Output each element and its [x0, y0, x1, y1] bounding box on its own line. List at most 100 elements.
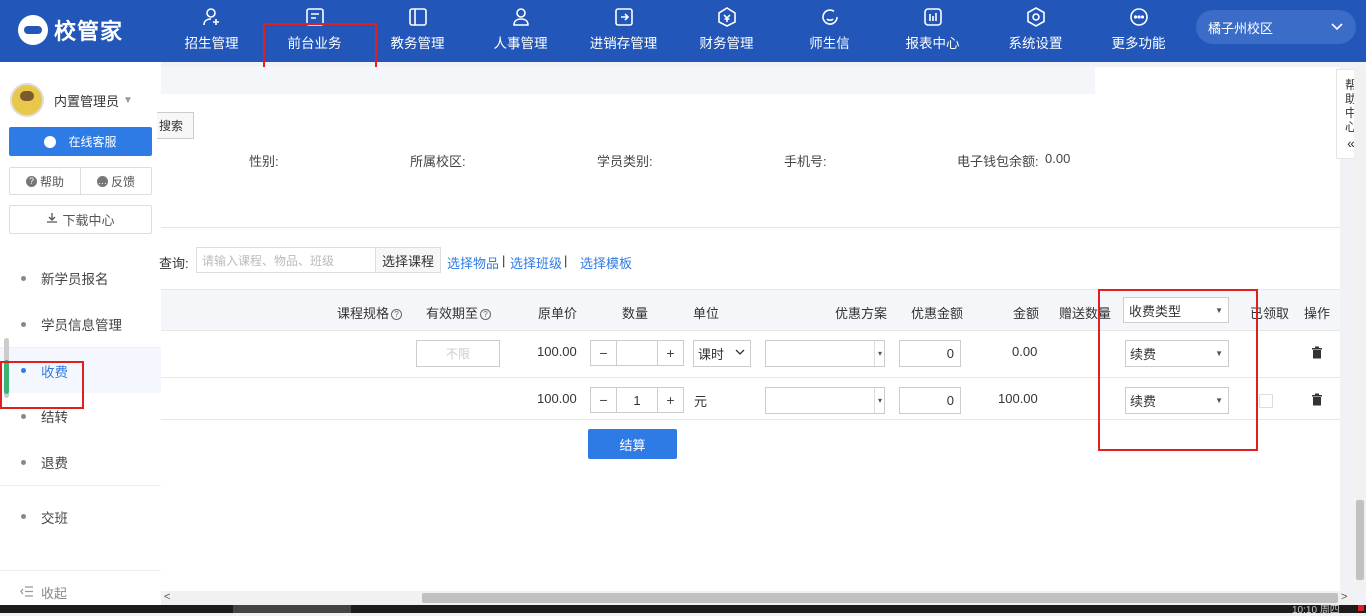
nav-academic[interactable]: 教务管理 — [366, 0, 469, 62]
separator: | — [564, 253, 568, 268]
nav-label: 进销存管理 — [589, 36, 658, 51]
user-name: 内置管理员 — [54, 93, 120, 109]
select-class-link[interactable]: 选择班级 — [510, 253, 562, 272]
col-discount-amount: 优惠金额 — [911, 306, 964, 321]
nav-settings[interactable]: 系统设置 — [984, 0, 1087, 62]
avatar — [10, 83, 44, 117]
charge-type-select[interactable]: 续费 ▼ — [1125, 387, 1229, 414]
campus-selector[interactable]: 橘子州校区 — [1196, 10, 1356, 44]
discount-amount-input[interactable]: 0 — [899, 340, 961, 367]
wallet-value: 0.00 — [1045, 151, 1071, 166]
discount-plan-select[interactable]: ▾ — [765, 340, 885, 367]
valid-until-input[interactable]: 不限 — [416, 340, 500, 367]
nav-finance[interactable]: 财务管理 — [675, 0, 778, 62]
help-circle-icon[interactable]: ? — [391, 309, 403, 320]
scroll-left-arrow-icon[interactable]: < — [164, 591, 170, 603]
query-placeholder: 请输入课程、物品、班级 — [202, 253, 335, 268]
user-menu[interactable]: 内置管理员 ▼ — [10, 82, 133, 118]
help-button[interactable]: ? 帮助 — [10, 168, 80, 194]
inventory-icon — [613, 6, 635, 28]
scroll-right-arrow-icon[interactable]: > — [1341, 591, 1347, 603]
minus-button[interactable]: − — [591, 341, 616, 365]
caret-down-icon: ▼ — [1215, 305, 1223, 315]
sidebar-item-refund[interactable]: 退费 — [0, 439, 161, 485]
select-item-link[interactable]: 选择物品 — [447, 253, 499, 272]
trash-icon[interactable] — [1311, 393, 1323, 409]
col-received: 已领取 — [1250, 306, 1290, 321]
vertical-scrollbar-thumb[interactable] — [1356, 500, 1364, 580]
checkout-label: 结算 — [619, 437, 646, 453]
caret-down-icon: ▼ — [1215, 349, 1223, 358]
search-button[interactable]: 搜索 — [157, 112, 194, 139]
sidebar-item-student-info[interactable]: 学员信息管理 — [0, 301, 161, 347]
amount-value: 100.00 — [998, 391, 1038, 406]
nav-label: 系统设置 — [1008, 36, 1063, 51]
collapse-icon — [20, 585, 33, 600]
plus-button[interactable]: + — [658, 388, 683, 412]
sidebar-item-charge[interactable]: 收费 — [0, 347, 161, 393]
col-action: 操作 — [1304, 306, 1331, 321]
horizontal-scrollbar-thumb[interactable] — [422, 593, 1338, 603]
nav-messages[interactable]: 师生信 — [778, 0, 881, 62]
chat-bubble-icon — [44, 135, 57, 148]
charge-type-value: 续费 — [1130, 394, 1157, 409]
nav-label: 教务管理 — [390, 36, 445, 51]
charge-type-select[interactable]: 续费 ▼ — [1125, 340, 1229, 367]
vertical-scrollbar[interactable] — [1354, 67, 1366, 591]
horizontal-scrollbar[interactable]: < > — [161, 591, 1354, 605]
online-service-button[interactable]: 在线客服 — [9, 127, 152, 156]
col-gift-quantity: 赠送数量 — [1059, 306, 1112, 321]
discount-amount-input[interactable]: 0 — [899, 387, 961, 414]
nav-reports[interactable]: 报表中心 — [881, 0, 984, 62]
message-icon — [819, 6, 841, 28]
feedback-button[interactable]: … 反馈 — [80, 168, 151, 194]
quantity-value[interactable] — [616, 341, 658, 365]
query-label: 查询: — [159, 256, 189, 271]
quantity-value[interactable]: 1 — [616, 388, 658, 412]
checkout-button[interactable]: 结算 — [588, 429, 677, 459]
select-template-link[interactable]: 选择模板 — [580, 253, 632, 272]
minus-button[interactable]: − — [591, 388, 616, 412]
unit-select[interactable]: 课时 — [693, 340, 751, 367]
nav-label: 报表中心 — [905, 36, 960, 51]
help-circle-icon[interactable]: ? — [480, 309, 492, 320]
col-amount: 金额 — [1013, 306, 1040, 321]
nav-hr[interactable]: 人事管理 — [469, 0, 572, 62]
table-row: 不限 100.00 − + 课时 ▾ 0 0.00 续费 ▼ — [161, 331, 1340, 378]
bullet — [21, 368, 26, 373]
separator: | — [502, 253, 506, 268]
taskbar-clock: 10:10 周四 — [1292, 605, 1340, 616]
gender-label: 性别: — [249, 154, 279, 169]
plus-button[interactable]: + — [658, 341, 683, 365]
unit-price-value: 100.00 — [537, 391, 577, 406]
nav-more[interactable]: 更多功能 — [1087, 0, 1190, 62]
chevron-down-icon — [735, 349, 745, 358]
top-navigation-bar: 校管家 招生管理 前台业务 教务管理 人事管理 进销存管理 财务管理 师生信 报… — [0, 0, 1366, 62]
quantity-stepper[interactable]: − + — [590, 340, 684, 366]
campus-name: 橘子州校区 — [1208, 20, 1274, 36]
logo-text: 校管家 — [54, 19, 124, 44]
main-nav: 招生管理 前台业务 教务管理 人事管理 进销存管理 财务管理 师生信 报表中心 … — [160, 0, 1190, 62]
sidebar-item-new-enrollment[interactable]: 新学员报名 — [0, 255, 161, 301]
nav-front-desk[interactable]: 前台业务 — [263, 0, 366, 62]
bullet — [21, 275, 26, 281]
sidebar-item-transfer[interactable]: 结转 — [0, 393, 161, 439]
logo[interactable]: 校管家 — [18, 12, 123, 48]
charge-type-header-select[interactable]: 收费类型 ▼ — [1123, 297, 1229, 323]
sidebar-item-shift-handover[interactable]: 交班 — [0, 485, 161, 547]
amount-value: 0.00 — [1012, 344, 1038, 359]
discount-plan-select[interactable]: ▾ — [765, 387, 885, 414]
nav-enrollment[interactable]: 招生管理 — [160, 0, 263, 62]
download-center-button[interactable]: 下载中心 — [9, 205, 152, 234]
sidebar-item-label: 交班 — [41, 510, 68, 526]
nav-inventory[interactable]: 进销存管理 — [572, 0, 675, 62]
received-checkbox[interactable] — [1259, 394, 1273, 408]
sidebar-item-label: 收费 — [41, 364, 68, 380]
taskbar-app[interactable] — [233, 605, 351, 613]
trash-icon[interactable] — [1311, 346, 1323, 362]
quantity-stepper[interactable]: − 1 + — [590, 387, 684, 413]
select-course-button[interactable]: 选择课程 — [375, 247, 441, 273]
sidebar-scrollbar-thumb[interactable] — [4, 360, 9, 394]
query-input[interactable]: 请输入课程、物品、班级 — [196, 247, 376, 273]
sidebar-item-label: 结转 — [41, 410, 68, 425]
